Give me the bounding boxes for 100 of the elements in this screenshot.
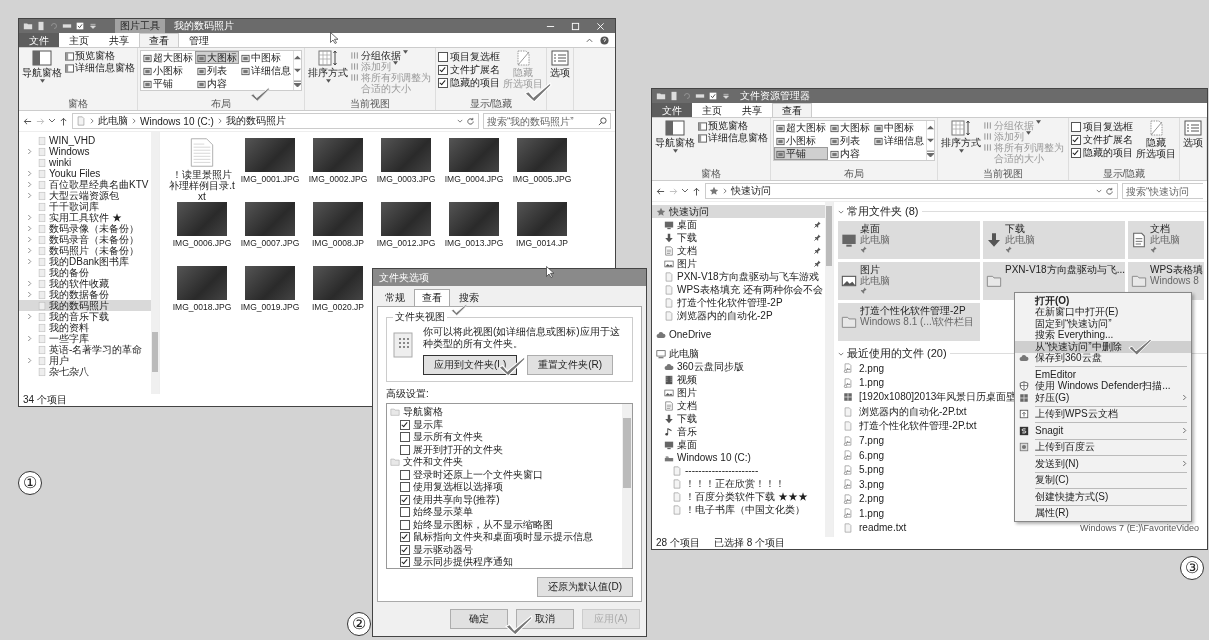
scrollbar[interactable] xyxy=(622,404,632,568)
navigation-item[interactable]: ！！！正在欣赏！！！ xyxy=(652,477,825,490)
navigation-item[interactable]: 我的备份 xyxy=(19,267,151,278)
scrollbar[interactable] xyxy=(825,202,833,537)
checkbox[interactable] xyxy=(400,519,410,530)
setting-option[interactable]: 展开到打开的文件夹 xyxy=(390,443,619,456)
file-name[interactable]: 1.png xyxy=(859,377,885,389)
collapse-ribbon-icon[interactable] xyxy=(585,36,594,45)
dialog-button[interactable]: 取消 xyxy=(516,609,574,629)
photo-placeholder[interactable] xyxy=(381,138,431,172)
file-name[interactable]: 打造个性化软件管理-2P.txt xyxy=(859,419,977,434)
folder-tile[interactable]: 文档 此电脑 xyxy=(1128,221,1204,259)
layout-option[interactable]: 详细信息 xyxy=(239,64,293,77)
navigation-item[interactable]: 大型云端资源包 xyxy=(19,190,151,201)
pin-icon[interactable] xyxy=(814,221,821,228)
back-arrow-icon[interactable] xyxy=(23,116,32,126)
ribbon-tab[interactable]: 查看 xyxy=(139,33,179,47)
navigation-item[interactable]: 杂七杂八 xyxy=(19,366,151,377)
breadcrumb[interactable]: 我的数码照片 xyxy=(225,114,286,128)
navigation-item[interactable]: 文档 xyxy=(652,244,825,257)
setting-option[interactable]: 使用共享向导(推荐) xyxy=(390,493,619,506)
navigation-item[interactable]: 英语-名著学习的革命 xyxy=(19,344,151,355)
folder-tile[interactable]: 打造个性化软件管理-2P Windows 8.1 (...\软件栏目 xyxy=(838,303,980,341)
file-name[interactable]: 2.png xyxy=(859,493,885,505)
navigation-item[interactable]: 百位歌星经典名曲KTV xyxy=(19,179,151,190)
file-name[interactable]: 3.png xyxy=(859,478,885,490)
pane-button[interactable]: 预览窗格 xyxy=(698,120,768,132)
layout-option[interactable]: 中图标 xyxy=(239,51,293,64)
checkbox[interactable] xyxy=(400,494,410,505)
pin-icon[interactable] xyxy=(814,260,821,267)
checkbox[interactable] xyxy=(400,544,410,555)
setting-option[interactable]: 始终显示菜单 xyxy=(390,506,619,519)
setting-option[interactable]: 显示所有文件夹 xyxy=(390,431,619,444)
menu-item[interactable]: EmEditor xyxy=(1015,369,1191,381)
menu-item[interactable]: 在新窗口中打开(E) xyxy=(1015,306,1191,318)
menu-item[interactable]: 搜索 Everything... xyxy=(1015,329,1191,341)
file-name[interactable]: 2.png xyxy=(859,362,885,374)
setting-option[interactable]: 登录时还原上一个文件夹窗口 xyxy=(390,468,619,481)
navigation-item[interactable]: 我的数码照片 xyxy=(19,300,151,311)
navigation-item[interactable]: 此电脑 xyxy=(652,347,825,360)
ribbon-tab[interactable]: 文件 xyxy=(652,103,692,117)
folder-view-button[interactable]: 重置文件夹(R) xyxy=(527,355,614,375)
checkbox[interactable] xyxy=(400,469,410,480)
checkbox-option[interactable]: 隐藏的项目 xyxy=(1071,146,1133,159)
checkbox-option[interactable]: 文件扩展名 xyxy=(1071,133,1133,146)
navigation-item[interactable]: 视频 xyxy=(652,373,825,386)
layout-option[interactable]: 详细信息 xyxy=(872,134,926,147)
history-dropdown-icon[interactable] xyxy=(1096,188,1102,194)
pane-button[interactable]: 详细信息窗格 xyxy=(698,132,768,144)
ribbon-tab[interactable]: 共享 xyxy=(732,103,772,117)
photo-placeholder[interactable] xyxy=(245,266,295,300)
sort-by-button[interactable]: 排序方式 xyxy=(940,120,982,153)
checkbox[interactable] xyxy=(400,557,410,568)
layout-option[interactable]: 超大图标 xyxy=(774,121,828,134)
navigation-item[interactable]: 一些字库 xyxy=(19,333,151,344)
navigation-item[interactable]: 桌面 xyxy=(652,218,825,231)
ribbon-tab[interactable]: 共享 xyxy=(99,33,139,47)
navigation-item[interactable]: OneDrive xyxy=(652,328,825,341)
checkbox[interactable] xyxy=(1071,134,1081,145)
navigation-item[interactable]: 360云盘同步版 xyxy=(652,360,825,373)
folder-tile[interactable]: 桌面 此电脑 xyxy=(838,221,980,259)
photo-placeholder[interactable] xyxy=(381,202,431,236)
navigation-item[interactable]: ！电子书库（中国文化类） xyxy=(652,503,825,516)
ribbon-tab[interactable]: 管理 xyxy=(179,33,219,47)
navigation-item[interactable]: 文档 xyxy=(652,399,825,412)
navigation-item[interactable]: 我的数据备份 xyxy=(19,289,151,300)
dropdown-icon[interactable] xyxy=(88,21,98,31)
navigation-item[interactable]: WIN_VHD xyxy=(19,135,151,146)
menu-item[interactable]: 创建快捷方式(S) xyxy=(1015,491,1191,503)
options-button[interactable]: 选项 xyxy=(549,50,571,78)
dialog-tab[interactable]: 搜索 xyxy=(451,289,487,306)
file-name[interactable]: [1920x1080]2013年风景日历桌面壁 xyxy=(859,390,1017,405)
navigation-item[interactable]: 桌面 xyxy=(652,438,825,451)
dialog-tab[interactable]: 查看 xyxy=(414,289,450,306)
photo-placeholder[interactable] xyxy=(177,202,227,236)
setting-option[interactable]: 鼠标指向文件夹和桌面项时显示提示信息 xyxy=(390,531,619,544)
collapse-chevron-icon[interactable] xyxy=(838,350,844,357)
navigation-item[interactable]: Windows xyxy=(19,146,151,157)
photo-placeholder[interactable] xyxy=(517,138,567,172)
navigation-item[interactable]: 我的DBank图书库 xyxy=(19,256,151,267)
setting-option[interactable]: 显示驱动器号 xyxy=(390,543,619,556)
layout-option[interactable]: 列表 xyxy=(828,134,872,147)
layout-option[interactable]: 平铺 xyxy=(774,147,828,160)
layout-option[interactable]: 中图标 xyxy=(872,121,926,134)
options-button[interactable]: 选项 xyxy=(1182,120,1204,148)
pin-icon[interactable] xyxy=(814,247,821,254)
search-field[interactable]: 搜索“快速访问 xyxy=(1122,183,1203,199)
checkbox-icon[interactable] xyxy=(75,21,85,31)
address-bar[interactable]: 此电脑 Windows 10 (C:) 我的数码照片 xyxy=(72,113,479,129)
menu-item[interactable]: 好压(G) xyxy=(1015,392,1191,404)
layout-option[interactable]: 内容 xyxy=(195,77,239,90)
sort-by-button[interactable]: 排序方式 xyxy=(307,50,349,83)
recent-locations-icon[interactable] xyxy=(682,189,688,193)
navigation-pane-button[interactable]: 导航窗格 xyxy=(654,120,696,153)
checkbox[interactable] xyxy=(400,444,410,455)
navigation-item[interactable]: ---------------------- xyxy=(652,464,825,477)
photo-placeholder[interactable] xyxy=(245,138,295,172)
photo-placeholder[interactable] xyxy=(449,138,499,172)
ribbon-tab[interactable]: 文件 xyxy=(19,33,59,47)
expand-chevron-icon[interactable] xyxy=(27,148,32,155)
